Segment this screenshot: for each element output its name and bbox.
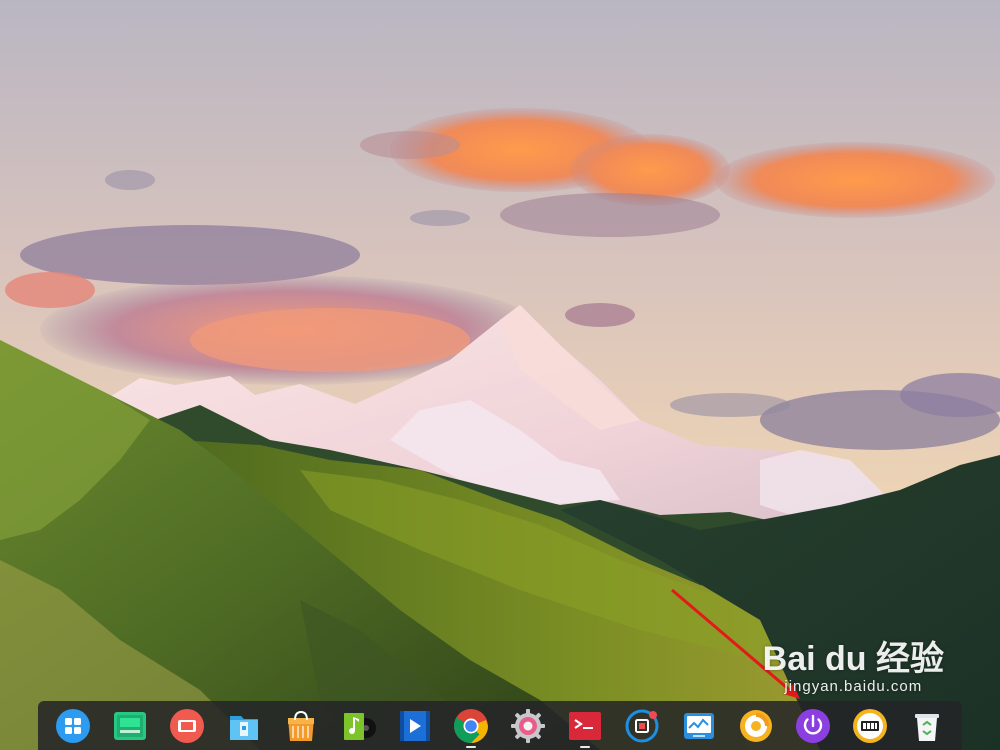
settings-gear-icon: [511, 708, 546, 743]
dock-bar: [38, 701, 962, 750]
dock-item-trash[interactable]: [905, 704, 949, 748]
terminal-icon: [569, 711, 602, 740]
recorder-icon: [169, 708, 204, 743]
chrome-icon: [454, 708, 489, 743]
power-icon: [795, 708, 830, 743]
trash-icon: [914, 713, 939, 741]
dock-item-app-store[interactable]: [279, 704, 323, 748]
running-indicator: [466, 745, 477, 748]
watermark-url: jingyan.baidu.com: [784, 678, 923, 695]
dock-item-screenshot[interactable]: [620, 704, 664, 748]
watermark-logo: Bai du 经验: [762, 640, 944, 678]
dock-item-file-manager[interactable]: [222, 704, 266, 748]
video-icon: [399, 710, 430, 741]
app-store-icon: [287, 710, 314, 741]
running-indicator: [580, 745, 591, 748]
multitask-icon: [113, 711, 146, 740]
dock-item-system-monitor[interactable]: [677, 704, 721, 748]
dock-item-downloader[interactable]: [734, 704, 778, 748]
dock-item-chrome[interactable]: [449, 704, 493, 748]
dock-item-video-player[interactable]: [393, 704, 437, 748]
baidu-jingyan-watermark: Bai du 经验 jingyan.baidu.com: [763, 640, 944, 695]
dock-item-screen-recorder[interactable]: [165, 704, 209, 748]
desktop-wallpaper: [0, 0, 1000, 750]
dock-item-launcher[interactable]: [51, 704, 95, 748]
clock-icon: [852, 708, 887, 743]
dock-item-power[interactable]: [791, 704, 835, 748]
music-icon: [343, 712, 376, 740]
dock-item-control-center[interactable]: [506, 704, 550, 748]
dock-item-multitasking[interactable]: [108, 704, 152, 748]
dock-item-music[interactable]: [336, 704, 380, 748]
dock-item-terminal[interactable]: [563, 704, 607, 748]
file-manager-icon: [229, 715, 258, 740]
launcher-icon: [56, 708, 90, 743]
system-monitor-icon: [684, 712, 715, 739]
screenshot-icon: [625, 709, 659, 742]
downloader-icon: [740, 709, 773, 742]
dock-item-clock[interactable]: [848, 704, 892, 748]
